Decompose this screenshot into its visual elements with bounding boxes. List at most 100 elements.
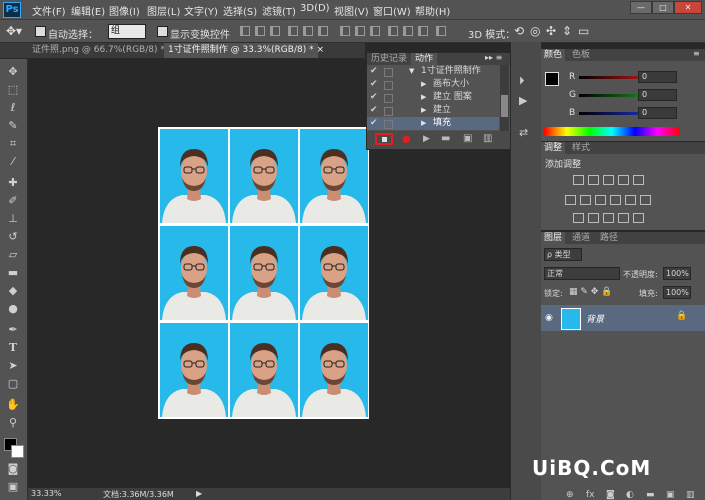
screen-mode-icon[interactable]: ▣ xyxy=(6,480,20,493)
tab-swatches[interactable]: 色板 xyxy=(569,49,593,61)
3d-slide-icon[interactable]: ⇕ xyxy=(562,24,572,38)
threshold-icon[interactable] xyxy=(603,213,614,223)
zoom-tool-icon[interactable]: ⚲ xyxy=(6,416,20,429)
invert-icon[interactable] xyxy=(573,213,584,223)
adjustment-layer-icon[interactable]: ◐ xyxy=(626,490,634,500)
opacity-field[interactable]: 100% xyxy=(663,267,691,280)
3d-roll-icon[interactable]: ◎ xyxy=(530,24,540,38)
new-set-button[interactable]: ▬ xyxy=(441,133,450,144)
align-bottom-icon[interactable] xyxy=(270,26,280,36)
tab-color[interactable]: 颜色 xyxy=(541,49,566,61)
color-balance-icon[interactable] xyxy=(580,195,591,205)
properties-panel-icon[interactable]: ⇄ xyxy=(519,126,528,139)
distribute-bottom-icon[interactable] xyxy=(370,26,380,36)
marquee-tool-icon[interactable]: ⬚ xyxy=(6,83,20,96)
layer-name[interactable]: 背景 xyxy=(586,312,604,325)
3d-scale-icon[interactable]: ▭ xyxy=(578,24,589,38)
distribute-vcenter-icon[interactable] xyxy=(355,26,365,36)
type-tool-icon[interactable]: T xyxy=(6,341,20,354)
history-brush-tool-icon[interactable]: ↺ xyxy=(6,230,20,243)
auto-align-icon[interactable] xyxy=(436,26,446,36)
blur-tool-icon[interactable]: ◆ xyxy=(6,284,20,297)
actions-panel-icon[interactable]: ▶ xyxy=(519,94,527,107)
3d-rotate-icon[interactable]: ⟲ xyxy=(514,24,524,38)
stop-button[interactable] xyxy=(375,133,393,145)
tab-adjustments[interactable]: 调整 xyxy=(541,142,566,154)
tab-layers[interactable]: 图层 xyxy=(541,232,566,244)
crop-tool-icon[interactable]: ⌗ xyxy=(6,137,20,150)
action-row[interactable]: ✔ ▶ 画布大小 xyxy=(367,78,499,91)
align-right-icon[interactable] xyxy=(318,26,328,36)
menu-filter[interactable]: 滤镜(T) xyxy=(262,3,296,18)
lock-icons[interactable]: ▦ ✎ ✥ 🔒 xyxy=(569,287,612,297)
tab-document-2[interactable]: 1寸证件照制作 @ 33.3%(RGB/8) * × xyxy=(164,43,324,58)
menu-window[interactable]: 窗口(W) xyxy=(373,3,411,18)
delete-button[interactable]: ▥ xyxy=(483,133,492,144)
close-tab-icon[interactable]: × xyxy=(316,45,324,55)
panel-menu-icon[interactable]: ≡ xyxy=(693,49,700,58)
distribute-top-icon[interactable] xyxy=(340,26,350,36)
tab-paths[interactable]: 路径 xyxy=(597,232,621,244)
gradient-map-icon[interactable] xyxy=(633,213,644,223)
background-color-swatch[interactable] xyxy=(11,445,24,458)
path-select-tool-icon[interactable]: ➤ xyxy=(6,359,20,372)
new-group-icon[interactable]: ▬ xyxy=(646,490,655,500)
distribute-hcenter-icon[interactable] xyxy=(403,26,413,36)
link-layers-icon[interactable]: ⊕ xyxy=(566,490,574,500)
action-row-selected[interactable]: ✔ ▶ 填充 xyxy=(367,117,499,130)
action-row[interactable]: ✔ ▶ 建立 xyxy=(367,104,499,117)
distribute-left-icon[interactable] xyxy=(388,26,398,36)
menu-edit[interactable]: 编辑(E) xyxy=(71,3,105,18)
blue-value[interactable]: 0 xyxy=(638,107,677,119)
menu-select[interactable]: 选择(S) xyxy=(223,3,257,18)
move-tool-icon[interactable]: ✥ xyxy=(6,65,20,78)
align-vcenter-icon[interactable] xyxy=(255,26,265,36)
distribute-right-icon[interactable] xyxy=(418,26,428,36)
layer-style-icon[interactable]: fx xyxy=(586,490,595,500)
status-menu-arrow-icon[interactable]: ▶ xyxy=(196,489,202,498)
history-panel-icon[interactable]: ⏵ xyxy=(519,74,525,88)
menu-layer[interactable]: 图层(L) xyxy=(147,3,180,18)
menu-type[interactable]: 文字(Y) xyxy=(184,3,218,18)
selective-color-icon[interactable] xyxy=(618,213,629,223)
close-window-button[interactable]: ✕ xyxy=(674,1,702,14)
move-tool-preset-icon[interactable]: ✥▾ xyxy=(6,24,22,38)
lasso-tool-icon[interactable]: ℓ xyxy=(6,101,20,114)
curves-icon[interactable] xyxy=(603,175,614,185)
show-transform-checkbox[interactable] xyxy=(157,26,168,37)
foreground-color-swatch[interactable] xyxy=(545,72,559,86)
zoom-level[interactable]: 33.33% xyxy=(31,489,62,498)
tab-styles[interactable]: 样式 xyxy=(569,142,593,154)
auto-select-checkbox[interactable] xyxy=(35,26,46,37)
menu-view[interactable]: 视图(V) xyxy=(334,3,369,18)
layer-mask-icon[interactable]: ◙ xyxy=(606,490,615,500)
gradient-tool-icon[interactable]: ▬ xyxy=(6,266,20,279)
tab-channels[interactable]: 通道 xyxy=(569,232,593,244)
hue-saturation-icon[interactable] xyxy=(565,195,576,205)
black-white-icon[interactable] xyxy=(595,195,606,205)
hand-tool-icon[interactable]: ✋ xyxy=(6,398,20,411)
quick-select-tool-icon[interactable]: ✎ xyxy=(6,119,20,132)
levels-icon[interactable] xyxy=(588,175,599,185)
color-spectrum[interactable] xyxy=(544,127,680,136)
new-layer-icon[interactable]: ▣ xyxy=(666,490,675,500)
panel-menu-icon[interactable]: ▸▸ ≡ xyxy=(485,53,502,62)
brush-tool-icon[interactable]: ✐ xyxy=(6,194,20,207)
menu-file[interactable]: 文件(F) xyxy=(32,3,66,18)
menu-help[interactable]: 帮助(H) xyxy=(415,3,450,18)
menu-3d[interactable]: 3D(D) xyxy=(300,3,330,14)
brightness-icon[interactable] xyxy=(573,175,584,185)
actions-scrollbar[interactable] xyxy=(500,65,509,131)
tab-actions[interactable]: 动作 xyxy=(411,53,438,65)
blend-mode-dropdown[interactable]: 正常 xyxy=(544,267,620,280)
align-top-icon[interactable] xyxy=(240,26,250,36)
align-left-icon[interactable] xyxy=(288,26,298,36)
layer-kind-filter[interactable]: ρ 类型 xyxy=(544,248,582,261)
shape-tool-icon[interactable]: ▢ xyxy=(6,377,20,390)
quick-mask-icon[interactable]: ◙ xyxy=(6,462,20,475)
menu-image[interactable]: 图像(I) xyxy=(109,3,140,18)
color-lookup-icon[interactable] xyxy=(640,195,651,205)
healing-brush-tool-icon[interactable]: ✚ xyxy=(6,176,20,189)
3d-drag-icon[interactable]: ✣ xyxy=(546,24,556,38)
align-hcenter-icon[interactable] xyxy=(303,26,313,36)
